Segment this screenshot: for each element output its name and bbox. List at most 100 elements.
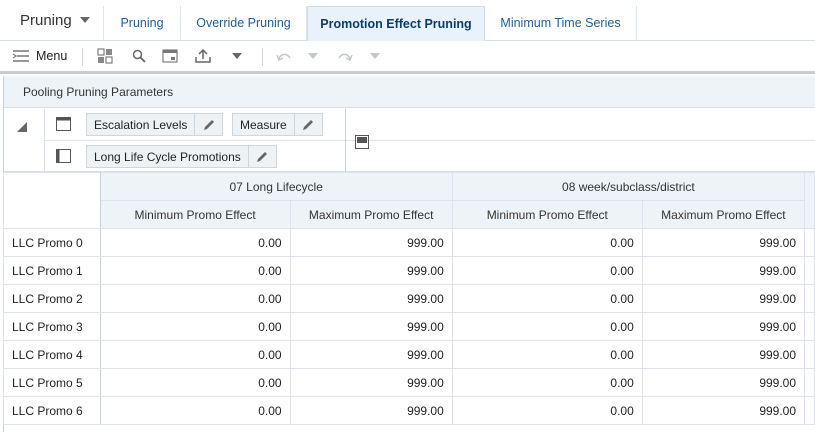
table-row: LLC Promo 2 0.00 999.00 0.00 999.00 [3,284,815,313]
chip-label: Long Life Cycle Promotions [94,149,241,164]
grid-cell[interactable]: 999.00 [289,312,453,341]
row-filler [804,256,815,285]
export-icon [195,48,211,63]
pencil-icon[interactable] [247,146,276,167]
header-filler [804,172,815,229]
row-filler [804,312,815,341]
export-button[interactable] [192,41,214,71]
grid-cell[interactable]: 999.00 [641,284,806,313]
row-header: LLC Promo 3 [3,312,101,341]
grid-cell[interactable]: 999.00 [641,396,806,425]
pivot-button[interactable] [94,41,116,71]
table-row: LLC Promo 3 0.00 999.00 0.00 999.00 [3,312,815,341]
toolbar-divider [82,48,83,66]
toolbar-divider [262,48,263,66]
chip-label: Measure [240,117,287,132]
pivot-grid-icon [97,48,113,64]
search-icon [132,49,146,63]
table-row: LLC Promo 0 0.00 999.00 0.00 999.00 [3,228,815,257]
chip-escalation-levels[interactable]: Escalation Levels [86,113,224,136]
undo-icon [276,53,291,62]
data-grid: 07 Long Lifecycle 08 week/subclass/distr… [3,172,815,425]
row-header: LLC Promo 2 [3,284,101,313]
toolbar: Menu [0,41,815,74]
undo-button[interactable] [274,41,294,71]
table-row: LLC Promo 6 0.00 999.00 0.00 999.00 [3,396,815,425]
menu-button[interactable]: Menu [12,41,72,71]
grid-cell[interactable]: 999.00 [289,284,453,313]
grid-cell[interactable]: 0.00 [451,368,643,397]
row-filler [804,284,815,313]
pencil-icon[interactable] [293,114,322,135]
columns-area-icon [56,149,71,163]
tab-pruning[interactable]: Pruning [103,6,181,40]
grid-cell[interactable]: 0.00 [451,228,643,257]
column-header[interactable]: Minimum Promo Effect [99,200,291,229]
grid-cell[interactable]: 999.00 [641,340,806,369]
pencil-icon[interactable] [194,114,222,135]
row-header: LLC Promo 4 [3,340,101,369]
menu-label: Menu [36,49,68,63]
grid-cell[interactable]: 0.00 [99,312,291,341]
redo-button[interactable] [335,41,355,71]
chevron-down-icon [370,53,380,59]
tab-label: Override Pruning [196,16,291,30]
redo-icon [338,53,353,62]
page-area-icon [355,135,369,149]
grid-cell[interactable]: 999.00 [289,228,453,257]
collapse-triangle-icon[interactable] [15,120,29,134]
pivot-divider [44,140,346,141]
row-filler [804,396,815,425]
tab-label: Promotion Effect Pruning [320,17,472,31]
column-header[interactable]: Maximum Promo Effect [641,200,806,229]
grid-cell[interactable]: 999.00 [289,396,453,425]
pivot-area: Escalation Levels Measure Long Life Cycl… [4,109,815,172]
chip-measure[interactable]: Measure [232,113,323,136]
grid-cell[interactable]: 0.00 [451,256,643,285]
redo-dropdown[interactable] [367,41,383,71]
chevron-down-icon [232,53,242,59]
table-row: LLC Promo 1 0.00 999.00 0.00 999.00 [3,256,815,285]
table-row: LLC Promo 4 0.00 999.00 0.00 999.00 [3,340,815,369]
grid-cell[interactable]: 999.00 [289,368,453,397]
tab-promotion-effect-pruning[interactable]: Promotion Effect Pruning [307,6,485,41]
undo-dropdown[interactable] [305,41,321,71]
tab-bar: Pruning Pruning Override Pruning Promoti… [0,0,815,41]
find-button[interactable] [128,41,150,71]
calculator-button[interactable] [159,41,181,71]
row-header: LLC Promo 0 [3,228,101,257]
grid-cell[interactable]: 0.00 [99,284,291,313]
grid-cell[interactable]: 999.00 [641,312,806,341]
export-dropdown[interactable] [228,41,246,71]
grid-cell[interactable]: 0.00 [99,228,291,257]
grid-cell[interactable]: 999.00 [641,256,806,285]
chip-label: Escalation Levels [94,117,188,132]
row-filler [804,228,815,257]
chip-long-life-cycle-promotions[interactable]: Long Life Cycle Promotions [86,145,277,168]
grid-cell[interactable]: 999.00 [289,256,453,285]
grid-cell[interactable]: 0.00 [451,284,643,313]
grid-cell[interactable]: 0.00 [451,396,643,425]
menu-icon [12,50,29,62]
chevron-down-icon [308,53,318,59]
tab-minimum-time-series[interactable]: Minimum Time Series [485,6,637,40]
table-row: LLC Promo 5 0.00 999.00 0.00 999.00 [3,368,815,397]
grid-cell[interactable]: 0.00 [99,256,291,285]
grid-cell[interactable]: 0.00 [99,340,291,369]
corner-cell [3,172,101,229]
row-header: LLC Promo 6 [3,396,101,425]
column-header[interactable]: Minimum Promo Effect [451,200,643,229]
rows-area-icon [56,117,71,131]
grid-cell[interactable]: 999.00 [289,340,453,369]
grid-cell[interactable]: 999.00 [641,368,806,397]
tab-label: Pruning [120,16,164,30]
grid-cell[interactable]: 999.00 [641,228,806,257]
grid-cell[interactable]: 0.00 [99,396,291,425]
tab-override-pruning[interactable]: Override Pruning [181,6,307,40]
grid-cell[interactable]: 0.00 [451,340,643,369]
column-header[interactable]: Maximum Promo Effect [289,200,453,229]
pivot-divider [346,140,815,141]
grid-cell[interactable]: 0.00 [451,312,643,341]
grid-cell[interactable]: 0.00 [99,368,291,397]
app-selector-dropdown[interactable]: Pruning [0,0,100,40]
